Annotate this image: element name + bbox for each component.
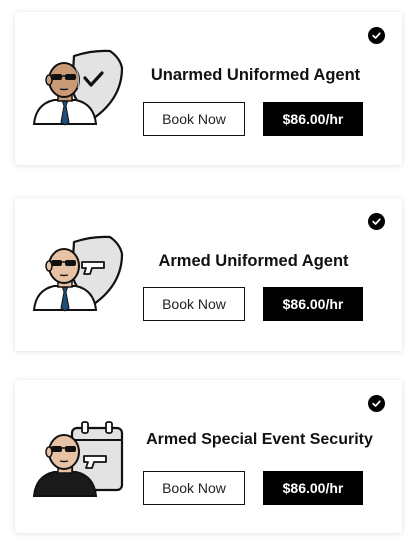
price-button[interactable]: $86.00/hr [263,287,363,321]
check-icon[interactable] [368,27,385,44]
service-title: Armed Uniformed Agent [158,252,349,270]
service-card-unarmed-uniformed-agent[interactable]: Unarmed Uniformed Agent Book Now $86.00/… [15,12,402,165]
book-now-button[interactable]: Book Now [143,102,245,136]
guard-with-calendar-gun-icon [32,421,124,497]
book-now-button[interactable]: Book Now [143,287,245,321]
guard-with-shield-check-icon [32,49,124,126]
price-button[interactable]: $86.00/hr [263,102,363,136]
check-icon[interactable] [368,213,385,230]
check-icon[interactable] [368,395,385,412]
service-card-armed-special-event-security[interactable]: Armed Special Event Security Book Now $8… [15,380,402,533]
guard-with-shield-gun-icon [32,235,124,312]
service-title: Armed Special Event Security [146,431,373,448]
service-title: Unarmed Uniformed Agent [150,66,361,84]
book-now-button[interactable]: Book Now [143,471,245,505]
price-button[interactable]: $86.00/hr [263,471,363,505]
service-card-armed-uniformed-agent[interactable]: Armed Uniformed Agent Book Now $86.00/hr [15,198,402,351]
